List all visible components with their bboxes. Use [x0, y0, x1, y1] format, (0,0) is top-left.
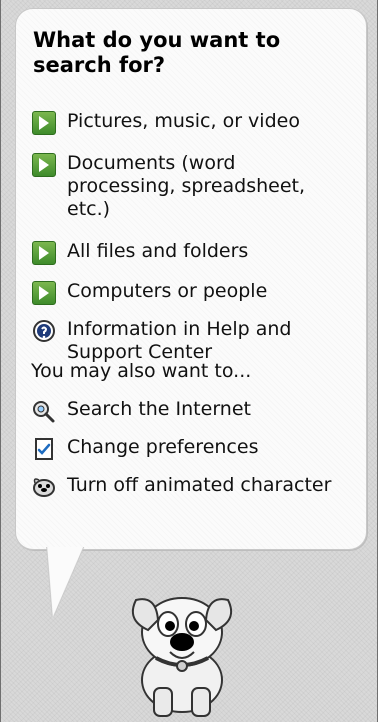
option-computers-people[interactable]: Computers or people	[31, 280, 356, 306]
option-label: All files and folders	[67, 240, 249, 262]
option-label: Documents (word processing, spreadsheet,…	[67, 152, 306, 220]
option-label: Computers or people	[67, 280, 268, 302]
green-arrow-icon	[31, 152, 57, 178]
speech-bubble-tail	[34, 547, 84, 617]
option-change-preferences[interactable]: Change preferences	[31, 436, 356, 462]
option-label: Turn off animated character	[67, 474, 332, 496]
dog-icon	[31, 474, 57, 500]
search-companion-panel: What do you want to search for? Pictures…	[0, 0, 378, 722]
green-arrow-icon	[31, 280, 57, 306]
option-help-support[interactable]: Information in Help and Support Center	[31, 318, 356, 364]
speech-bubble	[15, 8, 367, 550]
option-label: Information in Help and Support Center	[67, 318, 292, 363]
panel-title: What do you want to search for?	[33, 28, 281, 78]
green-arrow-icon	[31, 240, 57, 266]
option-search-internet[interactable]: Search the Internet	[31, 398, 356, 424]
search-internet-icon	[31, 398, 57, 424]
animated-dog-character[interactable]	[96, 560, 266, 720]
option-documents[interactable]: Documents (word processing, spreadsheet,…	[31, 152, 356, 220]
option-all-files-folders[interactable]: All files and folders	[31, 240, 356, 266]
option-turn-off-character[interactable]: Turn off animated character	[31, 474, 356, 500]
option-label: Change preferences	[67, 436, 259, 458]
option-label: Pictures, music, or video	[67, 110, 300, 132]
option-label: Search the Internet	[67, 398, 251, 420]
also-heading: You may also want to...	[31, 360, 252, 382]
preferences-icon	[31, 436, 57, 462]
help-icon	[31, 318, 57, 344]
option-pictures-music-video[interactable]: Pictures, music, or video	[31, 110, 356, 136]
green-arrow-icon	[31, 110, 57, 136]
